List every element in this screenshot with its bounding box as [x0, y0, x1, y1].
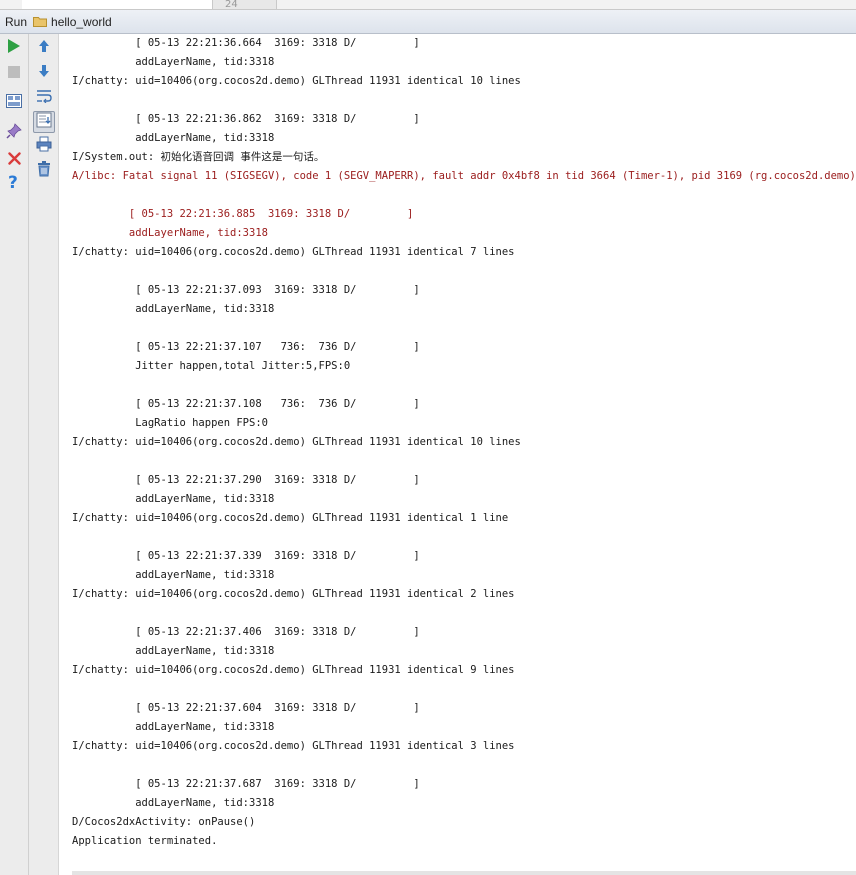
log-line: [72, 680, 856, 699]
log-line: I/chatty: uid=10406(org.cocos2d.demo) GL…: [72, 512, 509, 524]
close-icon: [7, 150, 21, 169]
log-line: addLayerName, tid:3318: [72, 493, 275, 505]
log-line: [72, 262, 856, 281]
log-line: addLayerName, tid:3318: [72, 303, 275, 315]
log-line: addLayerName, tid:3318: [72, 721, 275, 733]
log-line: [ 05-13 22:21:37.406 3169: 3318 D/ ]: [72, 626, 420, 638]
run-toolbar: ?: [0, 34, 29, 875]
log-line: [ 05-13 22:21:37.093 3169: 3318 D/ ]: [72, 284, 420, 296]
scroll-to-end-icon: [36, 112, 52, 132]
ide-window: 24 Run hello_world ? [05-13 22:21:36.66…: [0, 0, 856, 875]
down-arrow-icon: [38, 63, 50, 82]
log-line-error: [ 05-13 22:21:36.885 3169: 3318 D/ ]: [72, 208, 414, 220]
run-tool-window-header: Run hello_world: [0, 10, 856, 34]
log-line: I/System.out: 初始化语音回调 事件这是一句话。: [72, 151, 325, 163]
log-line: D/Cocos2dxActivity: onPause(): [72, 816, 256, 828]
run-config-tab[interactable]: hello_world: [51, 15, 112, 29]
up-arrow-icon: [38, 38, 50, 57]
log-line: I/chatty: uid=10406(org.cocos2d.demo) GL…: [72, 740, 515, 752]
soft-wrap-button[interactable]: [34, 87, 54, 107]
log-line: [72, 91, 856, 110]
svg-text:?: ?: [8, 173, 18, 191]
log-line: [72, 319, 856, 338]
log-line: addLayerName, tid:3318: [72, 645, 275, 657]
stop-button[interactable]: [4, 62, 24, 82]
horizontal-scrollbar[interactable]: [72, 871, 856, 875]
log-line: [ 05-13 22:21:37.687 3169: 3318 D/ ]: [72, 778, 420, 790]
run-icon: [7, 38, 21, 58]
log-line: addLayerName, tid:3318: [72, 569, 275, 581]
line-number: 24: [213, 0, 277, 9]
log-line: I/chatty: uid=10406(org.cocos2d.demo) GL…: [72, 664, 515, 676]
log-line: [72, 186, 856, 205]
log-line: [ 05-13 22:21:37.108 736: 736 D/ ]: [72, 398, 420, 410]
stop-icon: [8, 63, 20, 82]
scroll-to-end-button[interactable]: [33, 111, 55, 133]
log-line: Application terminated.: [72, 835, 218, 847]
log-line: [72, 376, 856, 395]
log-line: [72, 756, 856, 775]
print-icon: [36, 136, 52, 156]
clear-all-button[interactable]: [34, 161, 54, 181]
next-occurrence-button[interactable]: [34, 62, 54, 82]
log-line: [ 05-13 22:21:37.107 736: 736 D/ ]: [72, 341, 420, 353]
log-line: addLayerName, tid:3318: [72, 797, 275, 809]
print-button[interactable]: [34, 136, 54, 156]
console-output[interactable]: [ 05-13 22:21:36.664 3169: 3318 D/ ] add…: [60, 34, 856, 875]
log-line: [ 05-13 22:21:37.290 3169: 3318 D/ ]: [72, 474, 420, 486]
log-line-error: A/libc: Fatal signal 11 (SIGSEGV), code …: [72, 170, 856, 182]
folder-icon: [33, 16, 48, 27]
log-line: [ 05-13 22:21:36.664 3169: 3318 D/ ]: [72, 37, 420, 49]
log-line: [72, 604, 856, 623]
console-lines: [ 05-13 22:21:36.664 3169: 3318 D/ ] add…: [72, 34, 856, 851]
log-line: LagRatio happen FPS:0: [72, 417, 268, 429]
log-line: I/chatty: uid=10406(org.cocos2d.demo) GL…: [72, 588, 515, 600]
help-icon: ?: [7, 173, 21, 195]
restore-layout-button[interactable]: [4, 92, 24, 112]
pin-button[interactable]: [4, 123, 24, 143]
log-line: [ 05-13 22:21:36.862 3169: 3318 D/ ]: [72, 113, 420, 125]
close-button[interactable]: [4, 149, 24, 169]
log-line: [ 05-13 22:21:37.604 3169: 3318 D/ ]: [72, 702, 420, 714]
previous-occurrence-button[interactable]: [34, 37, 54, 57]
log-line: I/chatty: uid=10406(org.cocos2d.demo) GL…: [72, 246, 515, 258]
log-line: addLayerName, tid:3318: [72, 56, 275, 68]
run-button[interactable]: [4, 38, 24, 58]
help-button[interactable]: ?: [4, 173, 24, 195]
restore-layout-icon: [6, 93, 22, 112]
log-line: [72, 528, 856, 547]
run-window-title: Run: [5, 14, 28, 29]
log-line-error: addLayerName, tid:3318: [72, 227, 268, 239]
log-line: Jitter happen,total Jitter:5,FPS:0: [72, 360, 351, 372]
editor-tab-strip: 24: [0, 0, 856, 10]
log-line: I/chatty: uid=10406(org.cocos2d.demo) GL…: [72, 75, 521, 87]
soft-wrap-icon: [36, 88, 52, 107]
log-line: addLayerName, tid:3318: [72, 132, 275, 144]
log-line: I/chatty: uid=10406(org.cocos2d.demo) GL…: [72, 436, 521, 448]
pin-icon: [6, 123, 22, 143]
log-line: [ 05-13 22:21:37.339 3169: 3318 D/ ]: [72, 550, 420, 562]
log-line: [72, 452, 856, 471]
trash-icon: [37, 161, 51, 181]
console-toolbar: [29, 34, 59, 875]
editor-tab[interactable]: [22, 0, 213, 9]
